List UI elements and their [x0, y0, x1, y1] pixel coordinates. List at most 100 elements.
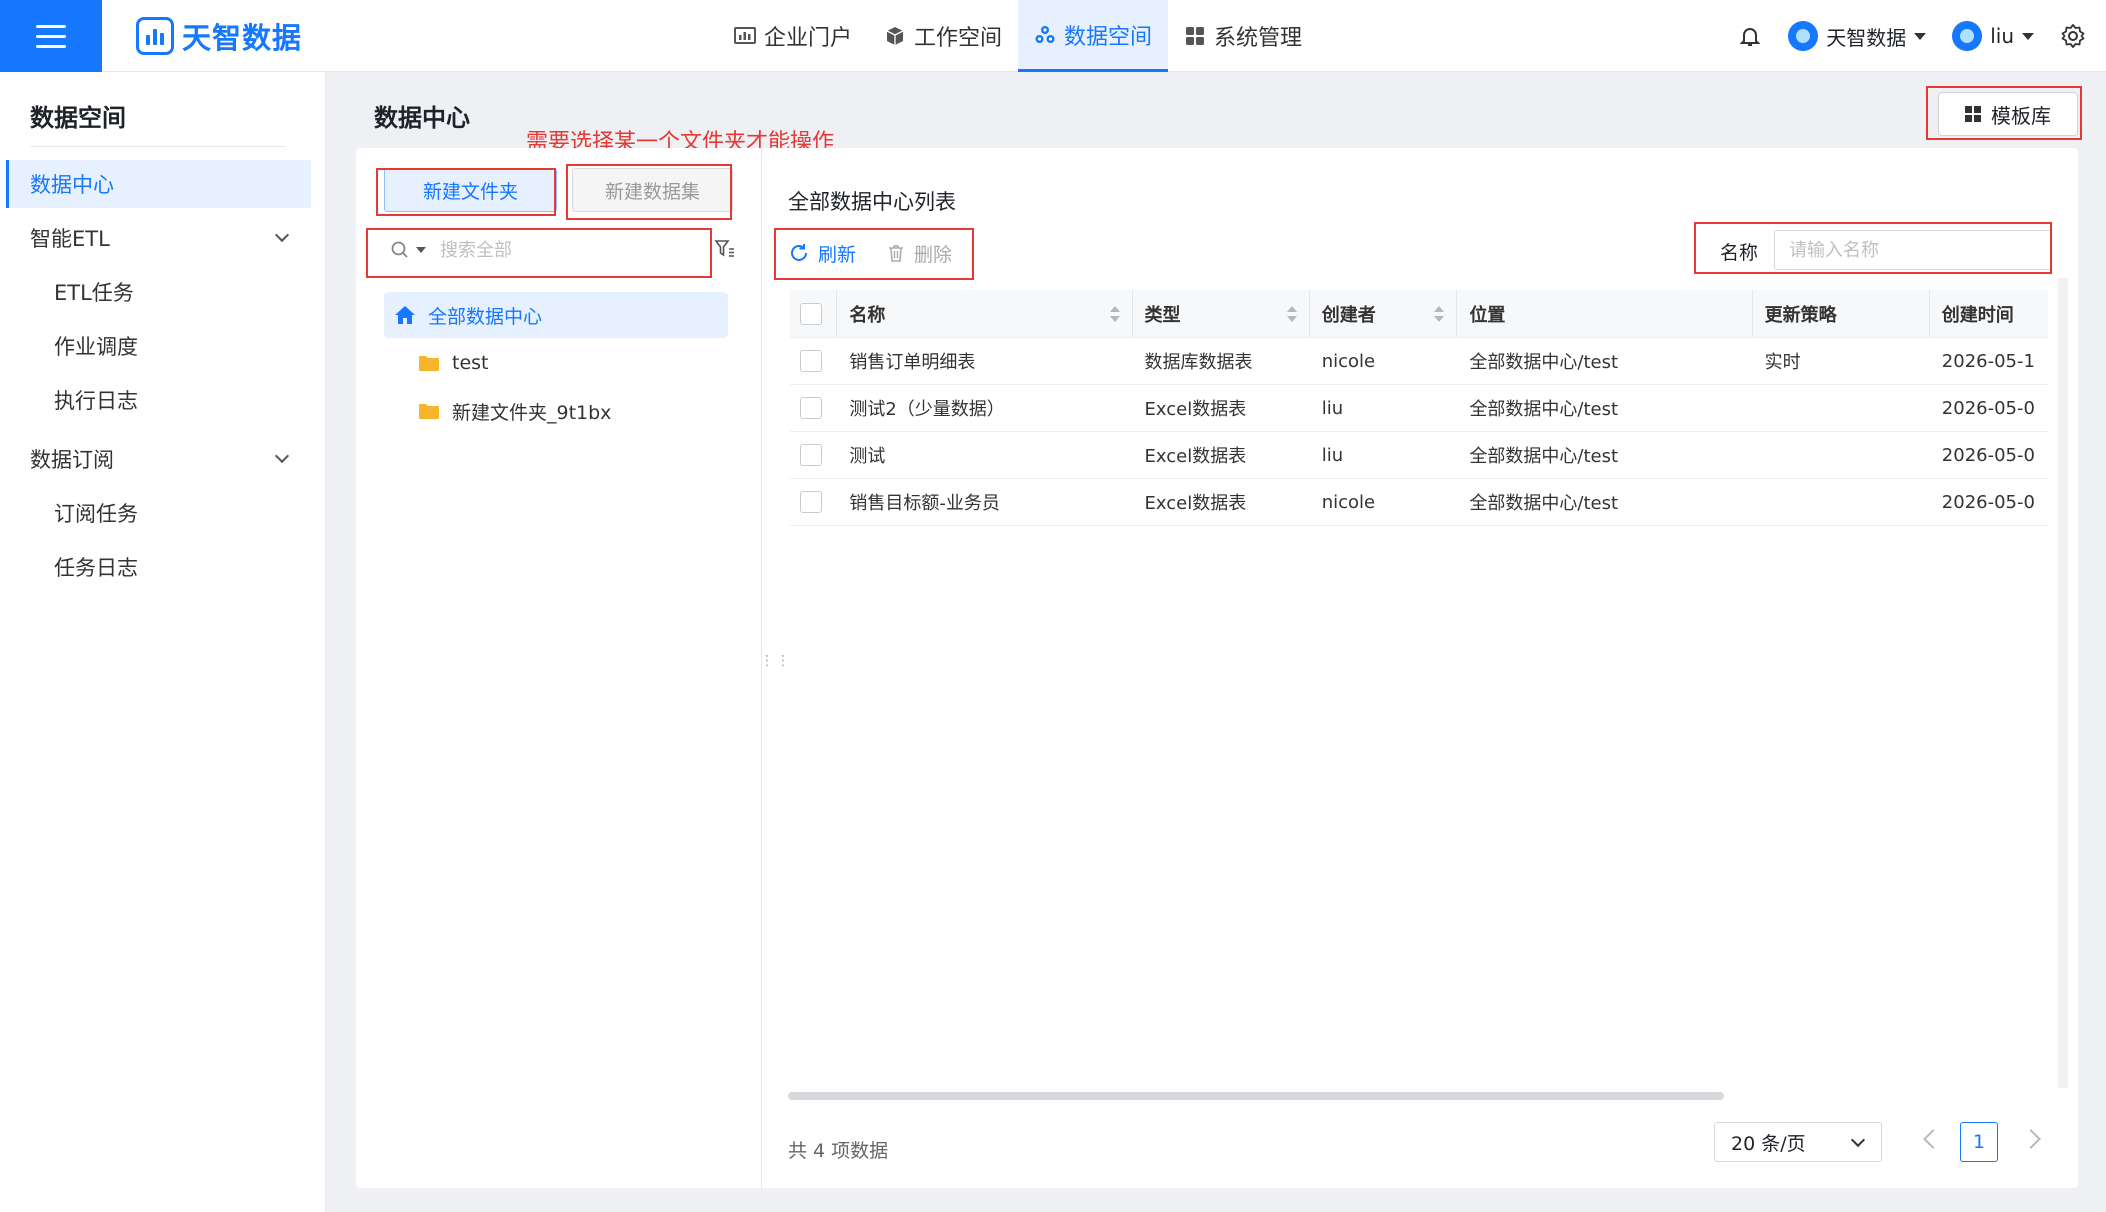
sort-icon[interactable]	[1109, 306, 1120, 322]
filter-icon[interactable]	[714, 238, 736, 260]
select-all-checkbox[interactable]	[800, 302, 822, 325]
tree-node-label: test	[452, 352, 489, 374]
organization-switcher[interactable]: 天智数据	[1788, 21, 1927, 51]
table-row[interactable]: 测试2（少量数据） Excel数据表 liu 全部数据中心/test 2026-…	[790, 385, 2048, 432]
nav-label: 数据空间	[1064, 24, 1153, 50]
horizontal-scrollbar[interactable]	[788, 1092, 2048, 1100]
sidebar-item-label: 数据订阅	[30, 448, 114, 472]
search-scope-caret-icon[interactable]	[416, 247, 426, 253]
sidebar-item-etl-task[interactable]: ETL任务	[6, 268, 311, 316]
chevron-down-icon	[1850, 1132, 1866, 1148]
brand-logo[interactable]: 天智数据	[136, 16, 302, 56]
nav-workspace[interactable]: 工作空间	[868, 0, 1018, 72]
sidebar-item-smart-etl[interactable]: 智能ETL	[6, 214, 311, 262]
header-cell: 创建时间	[1930, 290, 2048, 337]
org-avatar	[1788, 21, 1819, 51]
tree-node-all[interactable]: 全部数据中心	[384, 292, 728, 338]
cell-name: 销售订单明细表	[849, 352, 976, 373]
chart-icon	[734, 27, 756, 44]
new-folder-button[interactable]: 新建文件夹	[384, 168, 558, 212]
name-filter-label: 名称	[1720, 242, 1759, 264]
page-number-button[interactable]: 1	[1960, 1122, 1998, 1162]
delete-label: 删除	[914, 243, 953, 266]
menu-toggle-button[interactable]	[0, 0, 102, 72]
sort-icon[interactable]	[1286, 306, 1297, 322]
cell-creator: liu	[1321, 397, 1344, 419]
sidebar-item-data-center[interactable]: 数据中心	[6, 160, 311, 208]
cluster-icon	[1035, 25, 1055, 43]
cell-update-strategy	[1753, 432, 1930, 478]
sidebar-item-job-schedule[interactable]: 作业调度	[6, 322, 311, 370]
tree-node-folder[interactable]: 新建文件夹_9t1bx	[384, 388, 728, 434]
sidebar-item-label: 订阅任务	[54, 502, 138, 526]
delete-button[interactable]: 删除	[886, 236, 952, 270]
nav-label: 系统管理	[1214, 26, 1303, 51]
new-dataset-label: 新建数据集	[605, 180, 701, 203]
table-row[interactable]: 测试 Excel数据表 liu 全部数据中心/test 2026-05-0	[790, 432, 2048, 479]
grid-icon	[1965, 106, 1981, 122]
row-checkbox[interactable]	[800, 444, 822, 466]
trash-icon	[889, 245, 903, 262]
sidebar-item-subscription-task[interactable]: 订阅任务	[6, 489, 311, 537]
nav-system-management[interactable]: 系统管理	[1168, 0, 1318, 72]
header-cell[interactable]: 创建者	[1310, 290, 1458, 337]
sidebar-item-task-log[interactable]: 任务日志	[6, 543, 311, 591]
header-cell[interactable]: 类型	[1133, 290, 1310, 337]
page-size-value: 20 条/页	[1731, 1132, 1806, 1155]
sidebar-item-execution-log[interactable]: 执行日志	[6, 376, 311, 424]
cell-name: 测试2（少量数据）	[849, 399, 1005, 420]
folder-icon	[419, 356, 439, 371]
sidebar-item-data-subscription[interactable]: 数据订阅	[6, 435, 311, 483]
refresh-button[interactable]: 刷新	[788, 236, 856, 270]
cell-creator: nicole	[1321, 350, 1376, 372]
new-dataset-button[interactable]: 新建数据集	[572, 168, 734, 212]
sidebar: 数据空间 数据中心 智能ETL ETL任务 作业调度 执行日志 数据订阅 订阅任…	[0, 72, 326, 1212]
divider	[30, 146, 286, 147]
sort-icon[interactable]	[1434, 306, 1445, 322]
cell-name: 测试	[849, 446, 886, 467]
grid-icon	[1186, 27, 1205, 45]
tree-search-input[interactable]	[440, 239, 700, 261]
dataset-list-pane: 全部数据中心列表 刷新 删除 名称 名称 类型 创建者 位置 更新策略 创建时间	[762, 148, 2078, 1188]
table-row[interactable]: 销售订单明细表 数据库数据表 nicole 全部数据中心/test 实时 202…	[790, 338, 2048, 385]
cell-location: 全部数据中心/test	[1469, 352, 1619, 373]
settings-icon[interactable]	[2060, 23, 2086, 49]
row-checkbox[interactable]	[800, 397, 822, 419]
scrollbar-thumb[interactable]	[788, 1092, 1724, 1100]
user-menu[interactable]: liu	[1952, 21, 2034, 51]
tree-search	[378, 228, 726, 272]
nav-data-space[interactable]: 数据空间	[1018, 0, 1169, 72]
cell-creator: liu	[1321, 444, 1344, 466]
column-header: 名称	[849, 304, 886, 326]
nav-enterprise-portal[interactable]: 企业门户	[718, 0, 868, 72]
cell-creator: nicole	[1321, 491, 1376, 513]
next-page-button[interactable]	[2021, 1129, 2041, 1149]
vertical-scrollbar[interactable]	[2058, 278, 2068, 1088]
menu-icon-line	[36, 44, 66, 48]
sidebar-item-label: 任务日志	[54, 556, 138, 580]
tree-node-folder[interactable]: test	[384, 340, 728, 386]
caret-down-icon	[2022, 32, 2034, 40]
row-checkbox[interactable]	[800, 350, 822, 372]
name-filter-input[interactable]	[1774, 230, 2052, 270]
prev-page-button[interactable]	[1923, 1129, 1943, 1149]
page-size-select[interactable]: 20 条/页	[1714, 1122, 1882, 1162]
cell-location: 全部数据中心/test	[1469, 399, 1619, 420]
template-library-button[interactable]: 模板库	[1938, 92, 2078, 136]
table-row[interactable]: 销售目标额-业务员 Excel数据表 nicole 全部数据中心/test 20…	[790, 479, 2048, 526]
row-check-cell	[790, 479, 837, 525]
folder-tree-pane: 新建文件夹 新建数据集 全部数据中心 test 新建文件夹_9t1bx ⋮⋮	[356, 148, 790, 1188]
chevron-down-icon	[274, 227, 290, 243]
column-header: 更新策略	[1764, 304, 1837, 326]
top-bar: 天智数据 企业门户 工作空间 数据空间 系统管理 天智数据 liu	[0, 0, 2106, 72]
sidebar-item-label: 智能ETL	[30, 227, 110, 251]
header-cell[interactable]: 名称	[837, 290, 1133, 337]
row-checkbox[interactable]	[800, 491, 822, 513]
cell-created-time: 2026-05-0	[1941, 491, 2035, 513]
list-title: 全部数据中心列表	[788, 190, 956, 214]
bell-icon[interactable]	[1738, 24, 1762, 48]
header-actions: 天智数据 liu	[1738, 0, 2086, 72]
cell-location: 全部数据中心/test	[1469, 446, 1619, 467]
row-check-cell	[790, 338, 837, 384]
header-cell: 更新策略	[1753, 290, 1930, 337]
